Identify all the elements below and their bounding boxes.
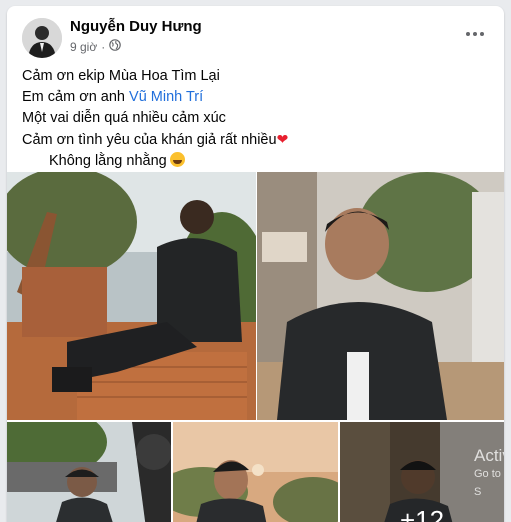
post-line-5-text: Không lằng nhằng — [49, 153, 167, 169]
post-photo-2[interactable] — [257, 172, 504, 420]
author-name[interactable]: Nguyễn Duy Hưng — [70, 18, 202, 35]
activation-watermark: Activ Go to S — [474, 447, 504, 501]
laughing-face-emoji-icon — [169, 152, 185, 167]
post-line-3: Một vai diễn quá nhiều cảm xúc — [22, 110, 226, 126]
post-line-1: Cảm ơn ekip Mùa Hoa Tìm Lại — [22, 68, 220, 84]
mention-link[interactable]: Vũ Minh Trí — [129, 89, 203, 105]
post-line-2-text: Em cảm ơn anh — [22, 89, 130, 105]
post-line-4-text: Cảm ơn tình yêu của khán giả rất nhiều — [22, 132, 277, 148]
author-avatar[interactable] — [22, 18, 62, 58]
post-photo-1[interactable] — [7, 172, 256, 420]
more-horizontal-icon[interactable] — [460, 24, 490, 44]
post-photo-3[interactable] — [7, 422, 171, 522]
watermark-line-1: Activ — [474, 446, 504, 465]
post-line-4: Cảm ơn tình yêu của khán giả rất nhiều❤ — [22, 129, 492, 151]
post-line-5: Không lằng nhằng — [22, 151, 492, 172]
globe-icon[interactable] — [109, 39, 122, 54]
post-card: Nguyễn Duy Hưng 9 giờ · Cảm ơn ekip Mùa … — [7, 6, 504, 522]
meta-separator: · — [101, 39, 106, 54]
post-line-2: Em cảm ơn anh Vũ Minh Trí — [22, 87, 492, 108]
post-text: Cảm ơn ekip Mùa Hoa Tìm Lại Em cảm ơn an… — [22, 66, 492, 172]
post-time[interactable]: 9 giờ — [70, 40, 97, 54]
heart-emoji-icon: ❤ — [276, 131, 289, 147]
post-photo-4[interactable] — [173, 422, 338, 522]
post-header: Nguyễn Duy Hưng 9 giờ · — [7, 6, 504, 64]
watermark-line-2: Go to S — [474, 468, 501, 498]
post-meta: 9 giờ · — [70, 39, 122, 54]
